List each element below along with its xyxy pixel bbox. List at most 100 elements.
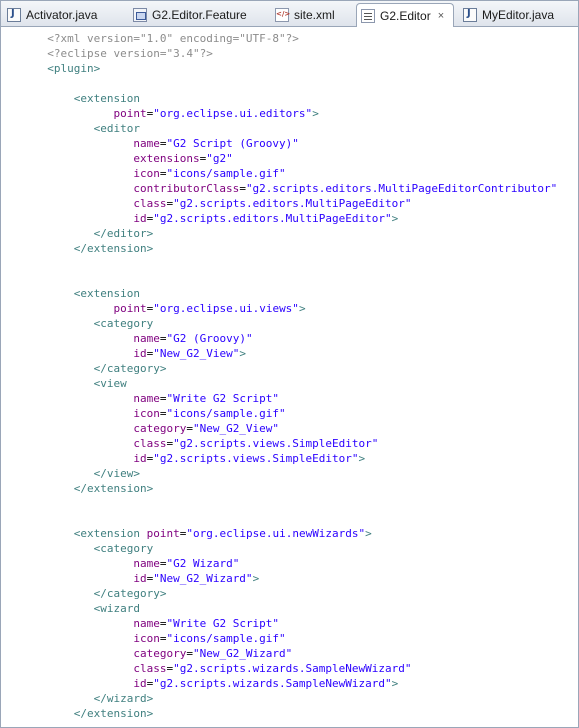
code-token: "org.eclipse.ui.editors" [153,107,313,120]
tab-label: site.xml [294,7,335,22]
code-token: point [146,527,180,540]
code-token: <?xml version="1.0" encoding="UTF-8"?> [47,32,299,45]
code-token: "g2.scripts.views.SimpleEditor" [153,452,359,465]
java-file-icon [7,7,21,22]
code-token: "g2.scripts.editors.MultiPageEditor" [153,212,392,225]
code-token: <plugin> [47,62,101,75]
code-line: class="g2.scripts.editors.MultiPageEdito… [34,196,557,211]
editor-icon [361,8,375,23]
code-token: </extension> [73,482,154,495]
code-token: <extension [73,287,140,300]
code-token: icon [133,167,160,180]
code-line: <?xml version="1.0" encoding="UTF-8"?> [34,31,557,46]
code-line: </extension> [34,241,557,256]
code-line: extensions="g2" [34,151,557,166]
code-token: > [298,302,306,315]
code-line: <extension [34,91,557,106]
code-token: "G2 (Groovy)" [166,332,253,345]
code-token: id [133,347,147,360]
code-token: </extension> [73,242,154,255]
xml-source-text-area[interactable]: <?xml version="1.0" encoding="UTF-8"?> <… [34,31,557,721]
code-token: <editor [93,122,140,135]
code-line: icon="icons/sample.gif" [34,166,557,181]
code-token: "Write G2 Script" [166,617,280,630]
code-token: "New_G2_Wizard" [153,572,253,585]
code-token: name [133,137,160,150]
code-token: id [133,212,147,225]
code-line: name="G2 (Groovy)" [34,331,557,346]
code-token: </wizard> [93,692,154,705]
code-token: class [133,662,167,675]
editor-window: Activator.java G2.Editor.Feature site.xm… [0,0,579,728]
code-token: "g2.scripts.editors.MultiPageEditor" [173,197,412,210]
code-token: </editor> [93,227,154,240]
code-token: "New_G2_Wizard" [192,647,293,660]
code-line: <view [34,376,557,391]
code-token: > [239,347,246,360]
tab-activator-java[interactable]: Activator.java [3,4,119,25]
code-line: <category [34,541,557,556]
tab-g2-editor-feature[interactable]: G2.Editor.Feature [129,4,265,25]
code-token: </extension> [73,707,154,720]
editor-gutter [1,27,7,727]
code-token: </view> [93,467,140,480]
code-line: category="New_G2_View" [34,421,557,436]
tab-g2-editor[interactable]: G2.Editor × [356,3,454,27]
code-line: id="g2.scripts.editors.MultiPageEditor"> [34,211,557,226]
code-line: category="New_G2_Wizard" [34,646,557,661]
close-icon[interactable]: × [438,10,444,22]
code-line: <editor [34,121,557,136]
code-token: = [186,422,193,435]
code-token: extensions [133,152,200,165]
tab-myeditor-java[interactable]: MyEditor.java [459,4,571,25]
code-line: <?eclipse version="3.4"?> [34,46,557,61]
code-token: "New_G2_View" [153,347,240,360]
code-token: "G2 Wizard" [166,557,240,570]
code-line: </view> [34,466,557,481]
code-token: name [133,392,160,405]
code-token: "icons/sample.gif" [166,632,286,645]
code-token: category [133,422,187,435]
tab-site-xml[interactable]: site.xml [271,4,351,25]
code-line: point="org.eclipse.ui.editors"> [34,106,557,121]
code-token: <category [93,542,154,555]
code-line: id="g2.scripts.wizards.SampleNewWizard"> [34,676,557,691]
code-token: icon [133,407,160,420]
code-line: name="Write G2 Script" [34,616,557,631]
code-line: <plugin> [34,61,557,76]
code-line: contributorClass="g2.scripts.editors.Mul… [34,181,557,196]
code-token: name [133,557,160,570]
code-token: id [133,572,147,585]
code-token: <extension [73,92,140,105]
code-token: name [133,617,160,630]
code-token: > [391,677,399,690]
feature-icon [133,7,147,22]
code-token: > [391,212,399,225]
code-line: </category> [34,586,557,601]
code-line: id="g2.scripts.views.SimpleEditor"> [34,451,557,466]
